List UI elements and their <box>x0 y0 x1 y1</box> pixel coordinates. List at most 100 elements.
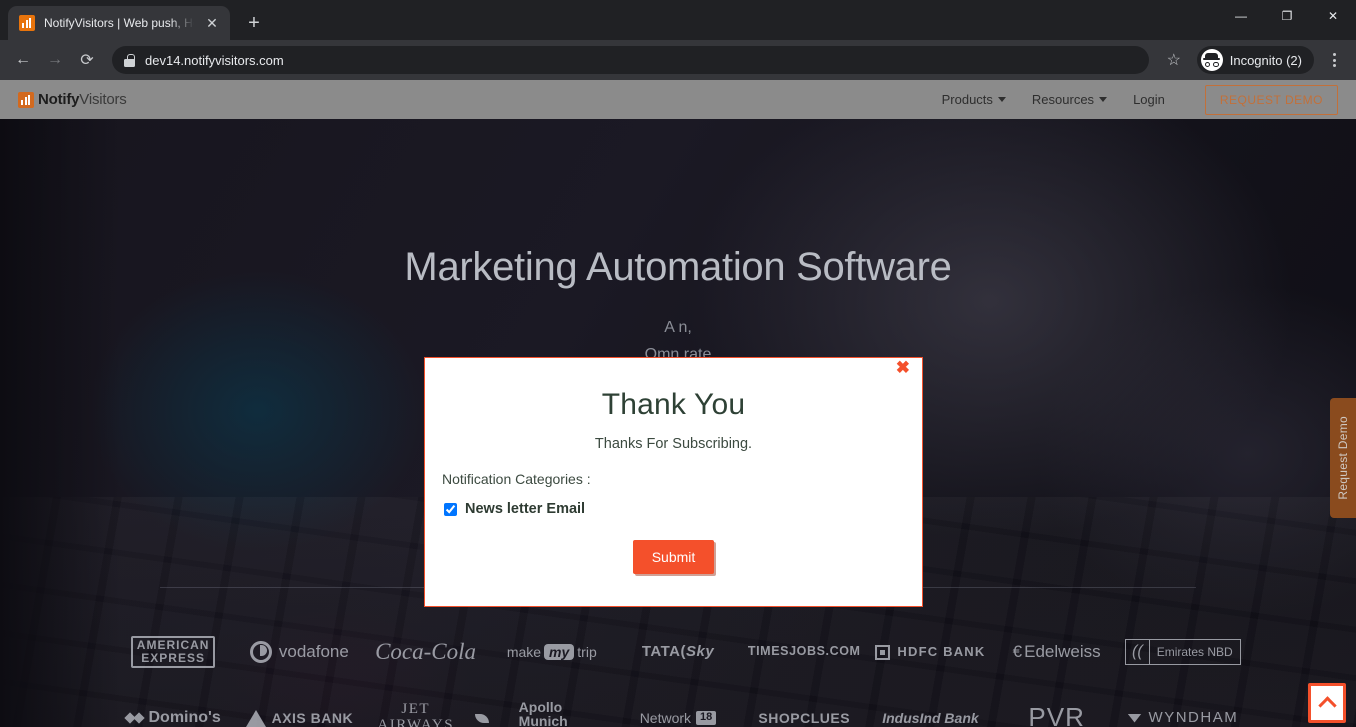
mmt-post: trip <box>577 643 597 660</box>
newsletter-checkbox-label[interactable]: News letter Email <box>465 501 585 517</box>
client-logos: AMERICAN EXPRESS vodafone Coca-Cola make… <box>0 619 1356 727</box>
newsletter-checkbox[interactable] <box>444 502 457 516</box>
thank-you-modal: ✖ Thank You Thanks For Subscribing. Noti… <box>424 357 923 607</box>
indusind-text: IndusInd Bank <box>882 709 979 726</box>
mmt-mid: my <box>544 643 575 661</box>
enbd-text: Emirates NBD <box>1156 644 1233 659</box>
logo-row-1: AMERICAN EXPRESS vodafone Coca-Cola make… <box>0 619 1356 685</box>
apollo-line-1: Apollo <box>518 699 563 716</box>
wyndham-text: WYNDHAM <box>1148 709 1239 727</box>
hero-subtitle-line-1: A n, <box>664 319 692 336</box>
hero-content: Marketing Automation Software A n, Omn r… <box>0 119 1356 368</box>
vodafone-text: vodafone <box>278 642 349 662</box>
nav-label-products: Products <box>941 92 993 107</box>
reload-button[interactable]: ⟳ <box>72 45 102 75</box>
pvr-text: PVR <box>1028 702 1085 727</box>
tab-favicon-bar-chart-icon <box>19 15 35 31</box>
axis-mark-icon <box>245 709 266 727</box>
brand-wyndham: WYNDHAM <box>1120 710 1246 726</box>
incognito-label: Incognito (2) <box>1229 52 1302 68</box>
enbd-mark-icon: (( <box>1126 639 1150 665</box>
brand-makemytrip: make my trip <box>489 643 615 661</box>
brand-pvr: PVR <box>994 704 1120 727</box>
logo-text: NotifyVisitors <box>38 91 127 108</box>
amex-line-2: EXPRESS <box>141 651 205 665</box>
lock-icon <box>124 53 135 67</box>
request-demo-side-tab-label: Request Demo <box>1336 416 1350 500</box>
close-window-button[interactable]: ✕ <box>1310 0 1356 32</box>
tab-close-icon[interactable]: ✕ <box>203 14 221 32</box>
site-header: NotifyVisitors Products Resources Login … <box>0 80 1356 119</box>
submit-button[interactable]: Submit <box>632 540 715 574</box>
apollo-line-2: Munich <box>518 713 568 727</box>
address-bar[interactable]: dev14.notifyvisitors.com <box>112 46 1149 74</box>
request-demo-button[interactable]: REQUEST DEMO <box>1204 84 1338 115</box>
jet-mark-icon <box>475 713 489 723</box>
nav-label-resources: Resources <box>1031 92 1095 107</box>
modal-actions: Submit <box>425 540 922 574</box>
tab-title: NotifyVisitors | Web push, Heatm <box>44 16 194 30</box>
site-logo[interactable]: NotifyVisitors <box>18 91 127 108</box>
incognito-badge[interactable]: Incognito (2) <box>1196 46 1314 74</box>
tata-pre: TATA <box>641 643 681 661</box>
dominos-mark-icon <box>123 712 145 724</box>
axis-text: AXIS BANK <box>271 709 354 726</box>
brand-timesjobs: TIMESJOBS.COM <box>741 645 867 658</box>
mmt-pre: make <box>506 643 542 660</box>
network18-pre: Network <box>639 709 692 726</box>
forward-button[interactable]: → <box>40 45 70 75</box>
tata-mid: Sky <box>685 643 715 661</box>
new-tab-button[interactable]: + <box>240 9 268 37</box>
modal-subtitle: Thanks For Subscribing. <box>594 436 753 452</box>
jet-text: JET AIRWAYS <box>377 701 455 727</box>
site-nav: Products Resources Login REQUEST DEMO <box>942 84 1338 115</box>
edelweiss-text: Edelweiss <box>1024 642 1101 662</box>
network18-box: 18 <box>696 711 717 725</box>
brand-axis-bank: AXIS BANK <box>236 709 362 727</box>
kebab-menu-icon[interactable] <box>1320 46 1348 74</box>
wyndham-mark-icon <box>1127 713 1142 723</box>
bookmark-star-icon[interactable]: ☆ <box>1159 45 1189 75</box>
brand-american-express: AMERICAN EXPRESS <box>110 636 236 668</box>
brand-shopclues: SHOPCLUES <box>741 709 867 726</box>
brand-indusind-bank: IndusInd Bank <box>867 709 993 726</box>
hero-title: Marketing Automation Software <box>404 245 952 289</box>
scroll-to-top-button[interactable] <box>1308 683 1346 723</box>
nav-item-login[interactable]: Login <box>1133 92 1165 107</box>
shopclues-text: SHOPCLUES <box>758 709 851 726</box>
brand-dominos: Domino's <box>110 708 236 727</box>
hdfc-mark-icon <box>875 644 891 660</box>
minimize-button[interactable]: — <box>1218 0 1264 32</box>
dominos-text: Domino's <box>148 708 221 726</box>
incognito-spy-icon <box>1200 49 1223 71</box>
browser-toolbar: ← → ⟳ dev14.notifyvisitors.com ☆ Incogni… <box>0 40 1356 80</box>
back-button[interactable]: ← <box>8 45 38 75</box>
nav-label-login: Login <box>1133 92 1165 107</box>
brand-apollo-munich: Apollo Munich HEALTH INSURANCE <box>489 700 615 727</box>
address-bar-url: dev14.notifyvisitors.com <box>145 52 284 68</box>
maximize-button[interactable]: ❐ <box>1264 0 1310 32</box>
brand-tata-sky: TATA(Sky <box>641 643 715 661</box>
newsletter-checkbox-row[interactable]: News letter Email <box>425 501 922 517</box>
brand-network18: Network 18 <box>615 709 741 726</box>
chevron-down-icon <box>997 97 1006 102</box>
modal-close-icon[interactable]: ✖ <box>892 357 914 378</box>
nav-item-products[interactable]: Products <box>942 92 1006 107</box>
brand-hdfc-bank: HDFC BANK <box>867 644 993 660</box>
logo-bar-chart-icon <box>18 91 34 108</box>
window-controls: — ❐ ✕ <box>1218 0 1356 32</box>
browser-tab[interactable]: NotifyVisitors | Web push, Heatm ✕ <box>8 6 230 40</box>
notification-categories-label: Notification Categories : <box>442 471 591 487</box>
brand-coca-cola: Coca-Cola <box>362 638 488 664</box>
web-page: NotifyVisitors Products Resources Login … <box>0 80 1356 727</box>
nav-item-resources[interactable]: Resources <box>1031 92 1108 107</box>
coca-cola-text: Coca-Cola <box>375 638 477 664</box>
logo-text-light: Visitors <box>79 91 127 108</box>
timesjobs-text: TIMESJOBS.COM <box>747 644 861 659</box>
hdfc-text: HDFC BANK <box>897 644 986 660</box>
vodafone-mark-icon <box>249 641 272 663</box>
edelweiss-mark-icon: € <box>1012 642 1023 662</box>
browser-window: NotifyVisitors | Web push, Heatm ✕ + — ❐… <box>0 0 1356 727</box>
request-demo-side-tab[interactable]: Request Demo <box>1330 398 1356 518</box>
logo-row-2: Domino's AXIS BANK JET AIRWAYS Apollo Mu… <box>0 685 1356 727</box>
